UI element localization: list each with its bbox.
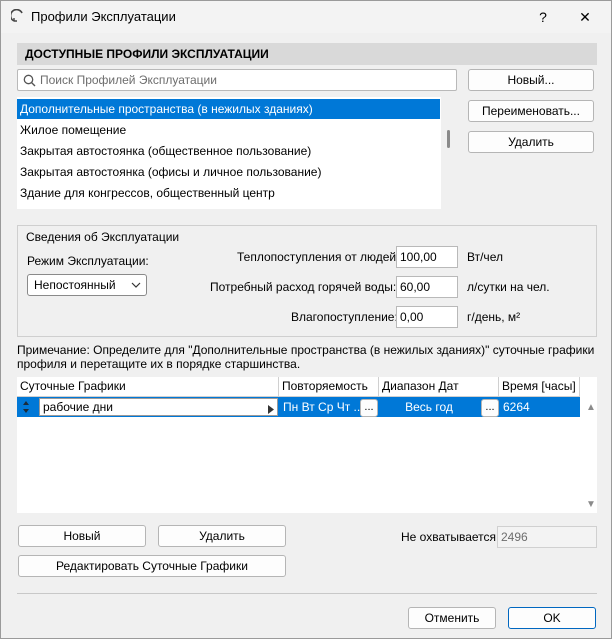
profiles-list[interactable]: Дополнительные пространства (в нежилых з…	[17, 97, 441, 209]
list-item[interactable]: Жилое помещение	[17, 120, 441, 140]
list-item[interactable]: Здание для конгрессов, общественный цент…	[17, 183, 441, 203]
heat-field[interactable]: 100,00	[396, 246, 458, 268]
operation-group-title: Сведения об Эксплуатации	[25, 230, 181, 244]
schedule-hours: 6264	[503, 400, 530, 414]
column-header[interactable]: Суточные Графики	[17, 377, 279, 397]
water-label: Потребный расход горячей воды:	[210, 280, 397, 294]
cancel-button[interactable]: Отменить	[408, 607, 496, 629]
window-title: Профили Эксплуатации	[31, 9, 176, 24]
app-icon	[9, 8, 25, 23]
heat-unit: Вт/чел	[467, 250, 503, 264]
uncovered-field: 2496	[497, 526, 597, 548]
schedule-name-field[interactable]: рабочие дни	[39, 398, 278, 416]
scroll-up-icon[interactable]: ▲	[586, 402, 596, 413]
column-header[interactable]: Время [часы]	[499, 377, 580, 397]
list-item[interactable]: Закрытая автостоянка (офисы и личное пол…	[17, 162, 441, 182]
footer-divider	[17, 593, 597, 594]
list-item[interactable]: Закрытая автостоянка (общественное польз…	[17, 141, 441, 161]
schedule-range: Весь год	[405, 400, 453, 414]
table-row[interactable]: рабочие дни Пн Вт Ср Чт ... ... Весь год…	[17, 397, 580, 417]
water-field[interactable]: 60,00	[396, 276, 458, 298]
column-header[interactable]: Повторяемость	[279, 377, 379, 397]
range-edit-button[interactable]: ...	[481, 399, 499, 417]
ok-button[interactable]: OK	[508, 607, 596, 629]
mode-select-value: Непостоянный	[34, 278, 116, 292]
list-item[interactable]: Дополнительные пространства (в нежилых з…	[17, 99, 440, 119]
list-scrollbar[interactable]	[447, 130, 450, 148]
title-bar[interactable]: Профили Эксплуатации ? ✕	[1, 1, 611, 33]
moisture-unit: г/день, м²	[467, 310, 521, 324]
delete-profile-button[interactable]: Удалить	[468, 131, 594, 153]
delete-schedule-button[interactable]: Удалить	[158, 525, 286, 547]
profiles-header: ДОСТУПНЫЕ ПРОФИЛИ ЭКСПЛУАТАЦИИ	[17, 43, 597, 65]
uncovered-label: Не охватывается:	[401, 530, 500, 544]
schedule-repeat: Пн Вт Ср Чт ...	[283, 400, 364, 414]
moisture-field[interactable]: 0,00	[396, 306, 458, 328]
close-button[interactable]: ✕	[569, 5, 601, 29]
moisture-label: Влагопоступление:	[291, 310, 398, 324]
repeat-edit-button[interactable]: ...	[360, 399, 378, 417]
schedules-table[interactable]: Суточные Графики Повторяемость Диапазон …	[17, 377, 597, 513]
schedule-name: рабочие дни	[43, 400, 113, 414]
mode-label: Режим Эксплуатации:	[27, 254, 149, 268]
help-button[interactable]: ?	[527, 5, 559, 29]
note-text: Примечание: Определите для "Дополнительн…	[17, 343, 595, 371]
scroll-down-icon[interactable]: ▼	[586, 499, 596, 510]
new-schedule-button[interactable]: Новый	[18, 525, 146, 547]
mode-select[interactable]: Непостоянный	[27, 274, 147, 296]
rename-profile-button[interactable]: Переименовать...	[468, 100, 594, 122]
search-placeholder: Поиск Профилей Эксплуатации	[40, 73, 217, 87]
new-profile-button[interactable]: Новый...	[468, 69, 594, 91]
edit-schedules-button[interactable]: Редактировать Суточные Графики	[18, 555, 286, 577]
search-input[interactable]: Поиск Профилей Эксплуатации	[17, 69, 457, 91]
search-icon	[23, 74, 36, 90]
water-unit: л/сутки на чел.	[467, 280, 550, 294]
dialog-window: Профили Эксплуатации ? ✕ ДОСТУПНЫЕ ПРОФИ…	[0, 0, 612, 639]
drag-handle-icon[interactable]	[21, 397, 35, 417]
column-header[interactable]: Диапазон Дат	[379, 377, 499, 397]
heat-label: Теплопоступления от людей:	[237, 250, 400, 264]
chevron-down-icon	[131, 275, 141, 302]
play-arrow-icon	[268, 403, 274, 417]
